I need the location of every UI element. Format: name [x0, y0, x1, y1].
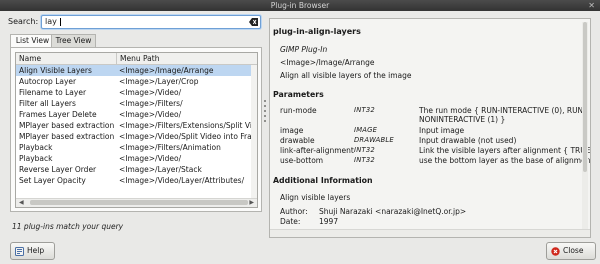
row-path: <Image>/Video/: [119, 110, 182, 119]
column-header-name[interactable]: Name: [19, 53, 41, 64]
date-label: Date:: [280, 217, 301, 226]
row-path: <Image>/Image/Arrange: [119, 66, 214, 75]
search-row: Search: lay: [8, 15, 261, 29]
additional-info-heading: Additional Information: [273, 176, 373, 185]
row-name: Align Visible Layers: [19, 66, 92, 75]
row-name: Autocrop Layer: [19, 77, 77, 86]
window-title: Plug-in Browser: [270, 1, 330, 10]
row-path: <Image>/Video/Split Video into Frames: [119, 132, 258, 141]
list-row[interactable]: MPlayer based extraction <Image>/Video/Sp…: [16, 131, 257, 142]
param-name: run-mode: [280, 106, 317, 115]
tab-tree-view[interactable]: Tree View: [51, 34, 96, 47]
param-description: The run mode { RUN-INTERACTIVE (0), RUN-: [419, 106, 586, 115]
param-description: Input image: [419, 126, 465, 135]
param-description-cont: NONINTERACTIVE (1) }: [419, 115, 506, 124]
row-path: <Image>/Filters/Extensions/Split Video: [119, 121, 258, 130]
row-name: Filename to Layer: [19, 88, 87, 97]
param-type: INT32: [354, 156, 375, 164]
plugin-list: Name Menu Path Align Visible Layers <Imag…: [15, 52, 258, 208]
column-header-menu-path[interactable]: Menu Path: [116, 53, 159, 64]
text-caret: [60, 18, 61, 26]
author-label: Author:: [280, 207, 308, 216]
param-type: DRAWABLE: [354, 136, 394, 144]
row-path: <Image>/Layer/Stack: [119, 165, 202, 174]
plugin-help-text: Align visible layers: [280, 193, 351, 202]
list-row[interactable]: Reverse Layer Order <Image>/Layer/Stack: [16, 164, 257, 175]
list-horizontal-scrollbar[interactable]: ◀ ▶: [16, 198, 257, 207]
help-icon: [15, 246, 24, 256]
row-path: <Image>/Filters/: [119, 99, 183, 108]
window-close-icon[interactable]: ✕: [588, 0, 595, 11]
help-button[interactable]: Help: [10, 242, 55, 260]
row-name: Filter all Layers: [19, 99, 76, 108]
row-path: <Image>/Layer/Crop: [119, 77, 199, 86]
list-header: Name Menu Path: [16, 53, 257, 65]
param-name: drawable: [280, 136, 315, 145]
plugin-title: plug-in-align-layers: [273, 27, 361, 36]
param-type: INT32: [354, 146, 375, 154]
help-button-label: Help: [27, 246, 45, 255]
window-titlebar: Plug-in Browser ✕: [0, 0, 600, 11]
row-path: <Image>/Filters/Animation: [119, 143, 221, 152]
date-value: 1997: [319, 217, 339, 226]
list-row[interactable]: Frames Layer Delete <Image>/Video/: [16, 109, 257, 120]
param-name: use-bottom: [280, 156, 324, 165]
tab-list-view[interactable]: List View: [10, 34, 55, 48]
param-name: link-after-alignment: [280, 146, 354, 155]
details-vertical-scrollbar[interactable]: [582, 22, 588, 232]
row-path: <Image>/Video/: [119, 154, 182, 163]
list-row[interactable]: Align Visible Layers <Image>/Image/Arrang…: [16, 65, 257, 76]
param-type: IMAGE: [354, 126, 378, 134]
list-row[interactable]: Playback <Image>/Filters/Animation: [16, 142, 257, 153]
list-rows: Align Visible Layers <Image>/Image/Arrang…: [16, 65, 257, 186]
list-row[interactable]: Autocrop Layer <Image>/Layer/Crop: [16, 76, 257, 87]
close-button-label: Close: [563, 246, 584, 255]
row-path: <Image>/Video/: [119, 88, 182, 97]
scrollbar-thumb[interactable]: [30, 200, 248, 205]
row-name: Reverse Layer Order: [19, 165, 97, 174]
list-row[interactable]: Set Layer Opacity <Image>/Video/Layer/Att…: [16, 175, 257, 186]
scroll-right-icon[interactable]: ▶: [249, 199, 254, 207]
row-name: MPlayer based extraction: [19, 121, 114, 130]
list-row[interactable]: MPlayer based extraction <Image>/Filters/…: [16, 120, 257, 131]
row-name: Playback: [19, 143, 53, 152]
search-label: Search:: [8, 17, 39, 26]
plugin-blurb: Align all visible layers of the image: [280, 71, 412, 80]
plugin-menu-path: <Image>/Image/Arrange: [280, 58, 375, 67]
pane-splitter-handle[interactable]: [264, 100, 266, 140]
list-row[interactable]: Filter all Layers <Image>/Filters/: [16, 98, 257, 109]
row-name: Frames Layer Delete: [19, 110, 97, 119]
param-name: image: [280, 126, 304, 135]
search-input[interactable]: lay: [41, 15, 261, 29]
details-horizontal-scrollbar[interactable]: [270, 229, 590, 237]
param-description: Input drawable (not used): [419, 136, 517, 145]
param-type: INT32: [354, 106, 375, 114]
match-count: 11 plug-ins match your query: [12, 222, 124, 231]
param-description: Link the visible layers after alignment …: [419, 146, 591, 155]
row-path: <Image>/Video/Layer/Attributes/: [119, 176, 245, 185]
list-row[interactable]: Playback <Image>/Video/: [16, 153, 257, 164]
row-name: Set Layer Opacity: [19, 176, 86, 185]
author-value: Shuji Narazaki <narazaki@InetQ.or.jp>: [319, 207, 467, 216]
list-vertical-scrollbar[interactable]: [251, 65, 257, 199]
list-row[interactable]: Filename to Layer <Image>/Video/: [16, 87, 257, 98]
param-description: use the bottom layer as the base of alig…: [419, 156, 591, 165]
close-button[interactable]: Close: [546, 242, 596, 260]
row-name: MPlayer based extraction: [19, 132, 114, 141]
list-view-panel: Name Menu Path Align Visible Layers <Imag…: [10, 47, 262, 212]
parameters-heading: Parameters: [273, 90, 324, 99]
plugin-kind: GIMP Plug-In: [280, 45, 328, 54]
scrollbar-thumb[interactable]: [583, 22, 587, 172]
row-name: Playback: [19, 154, 53, 163]
close-icon: [551, 246, 560, 256]
plugin-details-panel: plug-in-align-layers GIMP Plug-In <Image…: [269, 18, 591, 238]
scroll-left-icon[interactable]: ◀: [19, 199, 24, 207]
search-value: lay: [45, 17, 57, 26]
clear-entry-icon[interactable]: [249, 18, 258, 26]
